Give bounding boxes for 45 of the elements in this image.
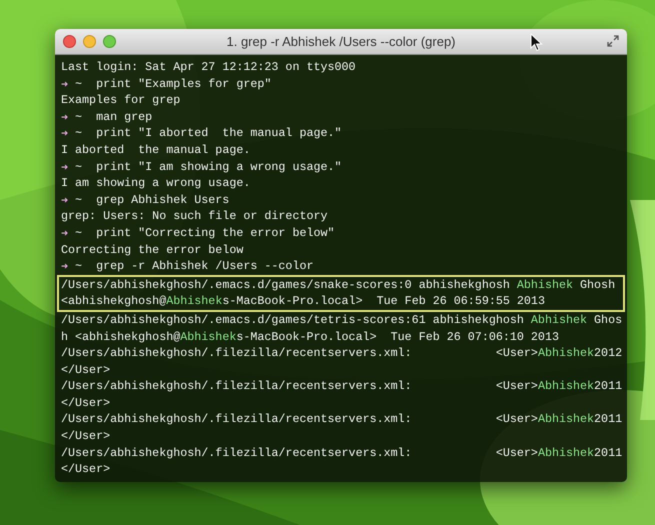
prompt-arrow: ➜ [61,76,68,92]
output-line: h <abhishekghosh@Abhisheks-MacBook-Pro.local> Tue Feb 26 07:06:10 2013 [61,330,559,344]
output-line: /Users/abhishekghosh/.filezilla/recentservers.xml: <User>Abhishek2012 [61,346,622,360]
minimize-button[interactable] [83,35,96,48]
output-line: I am showing a wrong usage. [61,176,250,190]
prompt-directory: ~ [75,108,82,126]
prompt-directory: ~ [75,158,82,176]
prompt-arrow: ➜ [61,158,68,176]
prompt-arrow: ➜ [61,192,68,208]
output-line: /Users/abhishekghosh/.emacs.d/games/snake-scores:0 abhishekghosh Abhishek Ghosh [61,278,616,292]
command-text: man grep [96,108,152,126]
command-text: grep -r Abhishek /Users --color [96,258,314,275]
prompt-arrow: ➜ [61,108,68,126]
prompt-directory: ~ [75,192,82,208]
output-line: </User> [61,362,110,377]
output-line: </User> [61,429,110,444]
prompt-arrow: ➜ [61,224,68,242]
output-line: <abhishekghosh@Abhisheks-MacBook-Pro.local> Tue Feb 26 06:59:55 2013 [61,294,545,308]
output-line: I aborted the manual page. [61,142,250,157]
command-text: print "Correcting the error below" [96,224,335,242]
command-text: print "Examples for grep" [96,76,272,92]
output-line: </User> [61,396,110,410]
prompt-arrow: ➜ [61,125,68,142]
output-line: </User> [61,462,110,476]
output-line: /Users/abhishekghosh/.filezilla/recentservers.xml: <User>Abhishek2011 [61,379,622,394]
prompt-directory: ~ [75,76,82,92]
output-line: Last login: Sat Apr 27 12:12:23 on ttys000 [61,60,356,74]
window-title: 1. grep -r Abhishek /Users --color (grep) [226,32,456,51]
prompt-directory: ~ [75,258,82,275]
cursor-icon [530,33,543,52]
close-button[interactable] [63,35,76,48]
zoom-button[interactable] [103,35,116,48]
output-line: grep: Users: No such file or directory [61,209,328,224]
output-line: /Users/abhishekghosh/.emacs.d/games/tetris-scores:61 abhishekghosh Abhishek Ghos [61,312,622,327]
command-text: print "I am showing a wrong usage." [96,158,342,176]
output-line: Examples for grep [61,93,180,108]
command-text: print "I aborted the manual page." [96,125,342,142]
output-line: /Users/abhishekghosh/.filezilla/recentservers.xml: <User>Abhishek2011 [61,412,622,426]
output-line: Correcting the error below [61,242,244,257]
fullscreen-icon[interactable] [607,35,619,47]
prompt-directory: ~ [75,125,82,142]
prompt-directory: ~ [75,224,82,242]
output-line: /Users/abhishekghosh/.filezilla/recentservers.xml: <User>Abhishek2011 [61,446,622,460]
command-text: grep Abhishek Users [96,192,230,208]
prompt-arrow: ➜ [61,258,68,275]
